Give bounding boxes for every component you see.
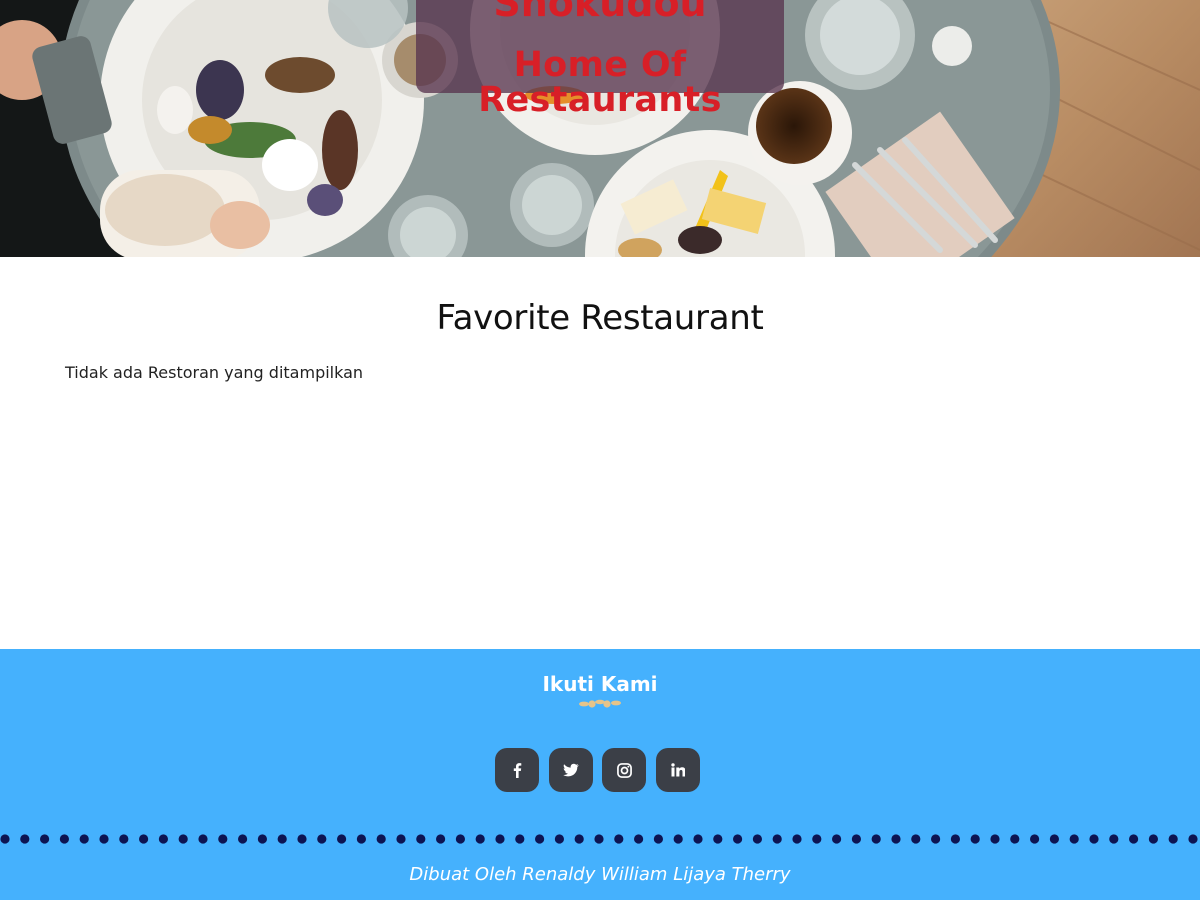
divider-dot: [693, 834, 703, 844]
divider-dot: [871, 834, 881, 844]
divider-dot: [752, 834, 763, 844]
divider-dot: [337, 834, 347, 844]
twitter-button[interactable]: [549, 748, 593, 792]
follow-us-title: Ikuti Kami: [542, 672, 658, 696]
divider-dot: [495, 834, 505, 844]
divider-dot: [218, 834, 228, 844]
divider-dot: [20, 834, 30, 844]
dotted-divider: [0, 834, 1198, 844]
divider-dot: [515, 834, 525, 844]
divider-dot: [416, 834, 426, 844]
divider-dot: [574, 834, 584, 844]
divider-dot: [257, 834, 267, 844]
divider-dot: [356, 834, 366, 844]
divider-dot: [554, 834, 565, 844]
divider-dot: [653, 834, 664, 844]
instagram-button[interactable]: [602, 748, 646, 792]
footer: Ikuti Kami Dibuat Oleh Renaldy William L…: [0, 649, 1200, 900]
divider-dot: [772, 834, 782, 844]
divider-dot: [1188, 834, 1198, 844]
page-title: Favorite Restaurant: [436, 298, 764, 338]
facebook-icon: [513, 763, 522, 778]
divider-dot: [634, 834, 644, 844]
divider-dot: [535, 834, 545, 844]
site-title: Shokudou: [493, 0, 707, 25]
divider-dot: [614, 834, 624, 844]
divider-dot: [594, 834, 604, 844]
divider-dot: [40, 834, 50, 844]
divider-dot: [1010, 834, 1020, 844]
divider-dot: [1030, 834, 1040, 844]
twitter-icon: [563, 763, 579, 777]
linkedin-button[interactable]: [656, 748, 700, 792]
divider-dot: [455, 834, 465, 844]
divider-dot: [950, 834, 961, 844]
divider-dot: [436, 834, 446, 844]
divider-dot: [238, 834, 248, 844]
divider-dot: [119, 834, 129, 844]
divider-dot: [851, 834, 862, 844]
hero-banner: Shokudou Home Of Restaurants: [0, 0, 1200, 257]
divider-dot: [158, 834, 168, 844]
divider-dot: [1109, 834, 1119, 844]
divider-dot: [1148, 834, 1158, 844]
divider-dot: [1129, 834, 1139, 844]
divider-dot: [832, 834, 842, 844]
divider-dot: [1168, 834, 1178, 844]
ornament-divider-icon: [579, 699, 621, 708]
divider-dot: [79, 834, 89, 844]
divider-dot: [931, 834, 941, 844]
divider-dot: [297, 834, 307, 844]
divider-dot: [792, 834, 802, 844]
divider-dot: [277, 834, 287, 844]
divider-dot: [99, 834, 109, 844]
footer-credit: Dibuat Oleh Renaldy William Lijaya Therr…: [409, 864, 791, 885]
instagram-icon: [616, 762, 632, 778]
empty-restaurant-message: Tidak ada Restoran yang ditampilkan: [65, 363, 364, 382]
hero-title-box: Shokudou Home Of Restaurants: [416, 0, 784, 118]
divider-dot: [812, 834, 822, 844]
divider-dot: [1049, 834, 1059, 844]
divider-dot: [713, 834, 723, 844]
divider-dot: [970, 834, 980, 844]
divider-dot: [396, 834, 406, 844]
divider-dot: [1089, 834, 1099, 844]
divider-dot: [198, 834, 208, 844]
site-subtitle: Home Of Restaurants: [478, 45, 722, 120]
divider-dot: [178, 834, 188, 844]
divider-dot: [733, 834, 743, 844]
divider-dot: [673, 834, 683, 844]
divider-dot: [990, 834, 1000, 844]
divider-dot: [139, 834, 149, 844]
linkedin-icon: [671, 763, 685, 777]
divider-dot: [59, 834, 69, 844]
divider-dot: [1069, 834, 1079, 844]
divider-dot: [911, 834, 921, 844]
facebook-button[interactable]: [495, 748, 539, 792]
divider-dot: [376, 834, 386, 844]
divider-dot: [475, 834, 485, 844]
divider-dot: [0, 834, 10, 844]
divider-dot: [891, 834, 901, 844]
divider-dot: [317, 834, 327, 844]
